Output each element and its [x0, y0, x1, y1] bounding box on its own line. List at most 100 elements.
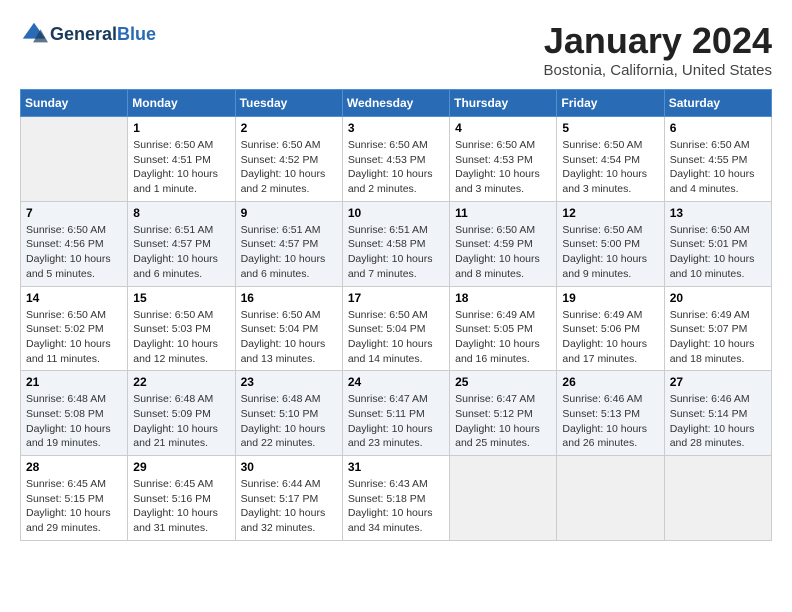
calendar-cell	[21, 117, 128, 202]
day-info: Sunrise: 6:45 AMSunset: 5:15 PMDaylight:…	[26, 477, 122, 536]
day-info: Sunrise: 6:50 AMSunset: 4:51 PMDaylight:…	[133, 138, 229, 197]
day-info: Sunrise: 6:51 AMSunset: 4:57 PMDaylight:…	[241, 223, 337, 282]
day-number: 4	[455, 121, 551, 135]
day-info: Sunrise: 6:49 AMSunset: 5:06 PMDaylight:…	[562, 308, 658, 367]
day-number: 10	[348, 206, 444, 220]
day-number: 7	[26, 206, 122, 220]
day-number: 17	[348, 291, 444, 305]
day-number: 15	[133, 291, 229, 305]
calendar-cell: 19 Sunrise: 6:49 AMSunset: 5:06 PMDayligh…	[557, 286, 664, 371]
calendar-cell: 21 Sunrise: 6:48 AMSunset: 5:08 PMDayligh…	[21, 371, 128, 456]
day-info: Sunrise: 6:51 AMSunset: 4:58 PMDaylight:…	[348, 223, 444, 282]
day-number: 8	[133, 206, 229, 220]
calendar-cell: 31 Sunrise: 6:43 AMSunset: 5:18 PMDayligh…	[342, 456, 449, 541]
calendar-cell: 20Sunrise: 6:49 AMSunset: 5:07 PMDayligh…	[664, 286, 771, 371]
day-number: 22	[133, 375, 229, 389]
day-info: Sunrise: 6:51 AMSunset: 4:57 PMDaylight:…	[133, 223, 229, 282]
calendar-cell: 1Sunrise: 6:50 AMSunset: 4:51 PMDaylight…	[128, 117, 235, 202]
calendar-week-row: 7 Sunrise: 6:50 AMSunset: 4:56 PMDaylight…	[21, 201, 772, 286]
calendar-week-row: 1Sunrise: 6:50 AMSunset: 4:51 PMDaylight…	[21, 117, 772, 202]
day-info: Sunrise: 6:50 AMSunset: 5:00 PMDaylight:…	[562, 223, 658, 282]
day-number: 14	[26, 291, 122, 305]
calendar-cell: 23 Sunrise: 6:48 AMSunset: 5:10 PMDayligh…	[235, 371, 342, 456]
calendar-cell: 24Sunrise: 6:47 AMSunset: 5:11 PMDayligh…	[342, 371, 449, 456]
header-friday: Friday	[557, 90, 664, 117]
day-info: Sunrise: 6:45 AMSunset: 5:16 PMDaylight:…	[133, 477, 229, 536]
day-number: 2	[241, 121, 337, 135]
calendar-cell: 27 Sunrise: 6:46 AMSunset: 5:14 PMDayligh…	[664, 371, 771, 456]
page-header: GeneralBlue January 2024 Bostonia, Calif…	[20, 20, 772, 79]
day-info: Sunrise: 6:50 AMSunset: 5:04 PMDaylight:…	[241, 308, 337, 367]
calendar-cell: 3 Sunrise: 6:50 AMSunset: 4:53 PMDaylight…	[342, 117, 449, 202]
header-monday: Monday	[128, 90, 235, 117]
calendar-cell: 10 Sunrise: 6:51 AMSunset: 4:58 PMDayligh…	[342, 201, 449, 286]
calendar-cell: 14Sunrise: 6:50 AMSunset: 5:02 PMDayligh…	[21, 286, 128, 371]
calendar-cell: 22 Sunrise: 6:48 AMSunset: 5:09 PMDayligh…	[128, 371, 235, 456]
header-saturday: Saturday	[664, 90, 771, 117]
day-number: 5	[562, 121, 658, 135]
calendar-cell: 30Sunrise: 6:44 AMSunset: 5:17 PMDayligh…	[235, 456, 342, 541]
calendar-cell: 11 Sunrise: 6:50 AMSunset: 4:59 PMDayligh…	[450, 201, 557, 286]
calendar-cell: 17 Sunrise: 6:50 AMSunset: 5:04 PMDayligh…	[342, 286, 449, 371]
calendar-cell: 15Sunrise: 6:50 AMSunset: 5:03 PMDayligh…	[128, 286, 235, 371]
day-info: Sunrise: 6:50 AMSunset: 4:55 PMDaylight:…	[670, 138, 766, 197]
day-info: Sunrise: 6:48 AMSunset: 5:10 PMDaylight:…	[241, 392, 337, 451]
day-info: Sunrise: 6:48 AMSunset: 5:09 PMDaylight:…	[133, 392, 229, 451]
calendar-cell: 18 Sunrise: 6:49 AMSunset: 5:05 PMDayligh…	[450, 286, 557, 371]
calendar-cell	[664, 456, 771, 541]
month-title: January 2024	[544, 20, 772, 62]
day-number: 9	[241, 206, 337, 220]
calendar-week-row: 21 Sunrise: 6:48 AMSunset: 5:08 PMDayligh…	[21, 371, 772, 456]
calendar-week-row: 14Sunrise: 6:50 AMSunset: 5:02 PMDayligh…	[21, 286, 772, 371]
day-number: 24	[348, 375, 444, 389]
calendar-cell	[450, 456, 557, 541]
header-thursday: Thursday	[450, 90, 557, 117]
day-number: 21	[26, 375, 122, 389]
logo-icon	[20, 20, 48, 48]
day-info: Sunrise: 6:50 AMSunset: 4:53 PMDaylight:…	[348, 138, 444, 197]
day-number: 11	[455, 206, 551, 220]
logo-text-line1: GeneralBlue	[50, 24, 156, 45]
day-number: 30	[241, 460, 337, 474]
header-wednesday: Wednesday	[342, 90, 449, 117]
calendar-cell: 8 Sunrise: 6:51 AMSunset: 4:57 PMDaylight…	[128, 201, 235, 286]
day-number: 3	[348, 121, 444, 135]
day-info: Sunrise: 6:48 AMSunset: 5:08 PMDaylight:…	[26, 392, 122, 451]
day-number: 27	[670, 375, 766, 389]
calendar-cell: 6Sunrise: 6:50 AMSunset: 4:55 PMDaylight…	[664, 117, 771, 202]
day-number: 23	[241, 375, 337, 389]
calendar-cell: 2 Sunrise: 6:50 AMSunset: 4:52 PMDaylight…	[235, 117, 342, 202]
header-tuesday: Tuesday	[235, 90, 342, 117]
day-info: Sunrise: 6:49 AMSunset: 5:07 PMDaylight:…	[670, 308, 766, 367]
calendar-cell: 13 Sunrise: 6:50 AMSunset: 5:01 PMDayligh…	[664, 201, 771, 286]
day-number: 19	[562, 291, 658, 305]
day-info: Sunrise: 6:49 AMSunset: 5:05 PMDaylight:…	[455, 308, 551, 367]
day-info: Sunrise: 6:46 AMSunset: 5:14 PMDaylight:…	[670, 392, 766, 451]
calendar-cell: 12 Sunrise: 6:50 AMSunset: 5:00 PMDayligh…	[557, 201, 664, 286]
day-number: 12	[562, 206, 658, 220]
day-number: 25	[455, 375, 551, 389]
calendar-cell: 4Sunrise: 6:50 AMSunset: 4:53 PMDaylight…	[450, 117, 557, 202]
day-info: Sunrise: 6:50 AMSunset: 4:54 PMDaylight:…	[562, 138, 658, 197]
day-number: 28	[26, 460, 122, 474]
location: Bostonia, California, United States	[544, 62, 772, 79]
calendar-table: SundayMondayTuesdayWednesdayThursdayFrid…	[20, 89, 772, 541]
day-number: 18	[455, 291, 551, 305]
day-number: 29	[133, 460, 229, 474]
day-info: Sunrise: 6:47 AMSunset: 5:12 PMDaylight:…	[455, 392, 551, 451]
day-info: Sunrise: 6:50 AMSunset: 4:52 PMDaylight:…	[241, 138, 337, 197]
day-info: Sunrise: 6:50 AMSunset: 4:56 PMDaylight:…	[26, 223, 122, 282]
day-info: Sunrise: 6:50 AMSunset: 4:59 PMDaylight:…	[455, 223, 551, 282]
calendar-week-row: 28 Sunrise: 6:45 AMSunset: 5:15 PMDayligh…	[21, 456, 772, 541]
day-number: 16	[241, 291, 337, 305]
calendar-cell: 29 Sunrise: 6:45 AMSunset: 5:16 PMDayligh…	[128, 456, 235, 541]
calendar-cell: 28 Sunrise: 6:45 AMSunset: 5:15 PMDayligh…	[21, 456, 128, 541]
day-number: 13	[670, 206, 766, 220]
day-info: Sunrise: 6:50 AMSunset: 5:04 PMDaylight:…	[348, 308, 444, 367]
day-number: 26	[562, 375, 658, 389]
day-info: Sunrise: 6:50 AMSunset: 5:01 PMDaylight:…	[670, 223, 766, 282]
day-info: Sunrise: 6:43 AMSunset: 5:18 PMDaylight:…	[348, 477, 444, 536]
day-number: 31	[348, 460, 444, 474]
day-info: Sunrise: 6:46 AMSunset: 5:13 PMDaylight:…	[562, 392, 658, 451]
title-section: January 2024 Bostonia, California, Unite…	[544, 20, 772, 79]
